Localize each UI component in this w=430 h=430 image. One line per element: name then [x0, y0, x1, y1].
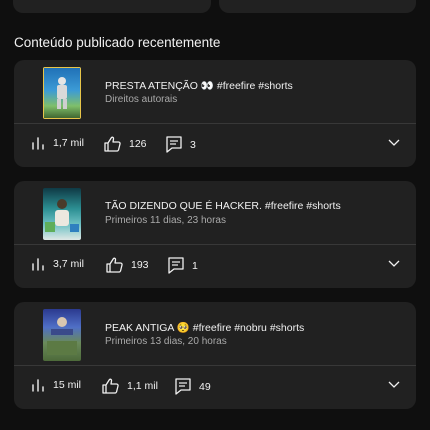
comment-icon	[168, 257, 184, 274]
chevron-down-icon[interactable]	[388, 260, 400, 268]
likes-count: 193	[131, 259, 149, 271]
divider	[14, 365, 416, 366]
comments-count: 3	[190, 138, 196, 151]
likes-stat: 126	[104, 136, 147, 152]
comments-count: 49	[199, 380, 211, 393]
section-title: Conteúdo publicado recentemente	[14, 35, 221, 50]
views-stat: 15 mil	[31, 378, 81, 392]
previous-card-left[interactable]	[13, 0, 211, 13]
views-count: 1,7 mil	[53, 137, 84, 149]
views-icon	[32, 379, 44, 392]
comments-stat: 1	[168, 257, 198, 274]
likes-stat: 193	[106, 257, 149, 273]
thumbs-up-icon	[104, 136, 121, 152]
likes-stat: 1,1 mil	[102, 378, 158, 394]
video-card[interactable]: TÃO DIZENDO QUE É HACKER. #freefire #sho…	[14, 181, 416, 288]
views-stat: 1,7 mil	[31, 136, 84, 150]
thumbs-up-icon	[102, 378, 119, 394]
thumbs-up-icon	[106, 257, 123, 273]
video-subtitle: Direitos autorais	[105, 94, 178, 105]
video-subtitle: Primeiros 11 dias, 23 horas	[105, 215, 226, 226]
views-icon	[32, 137, 44, 150]
video-subtitle: Primeiros 13 dias, 20 horas	[105, 336, 227, 347]
comment-icon	[166, 136, 182, 153]
views-icon	[32, 258, 44, 271]
previous-card-right[interactable]	[219, 0, 416, 13]
likes-count: 126	[129, 138, 147, 150]
video-card[interactable]: PEAK ANTIGA 🥺 #freefire #nobru #shorts P…	[14, 302, 416, 409]
comment-icon	[175, 378, 191, 395]
video-title[interactable]: PEAK ANTIGA 🥺 #freefire #nobru #shorts	[105, 321, 304, 334]
video-title[interactable]: PRESTA ATENÇÃO 👀 #freefire #shorts	[105, 79, 293, 92]
likes-count: 1,1 mil	[127, 380, 158, 392]
video-title[interactable]: TÃO DIZENDO QUE É HACKER. #freefire #sho…	[105, 200, 341, 212]
video-thumbnail[interactable]	[43, 188, 81, 240]
comments-count: 1	[192, 259, 198, 272]
comments-stat: 3	[166, 136, 196, 153]
views-count: 3,7 mil	[53, 258, 84, 270]
video-thumbnail[interactable]	[43, 67, 81, 119]
views-stat: 3,7 mil	[31, 257, 84, 271]
video-card[interactable]: PRESTA ATENÇÃO 👀 #freefire #shorts Direi…	[14, 60, 416, 167]
video-thumbnail[interactable]	[43, 309, 81, 361]
chevron-down-icon[interactable]	[388, 381, 400, 389]
comments-stat: 49	[175, 378, 211, 395]
chevron-down-icon[interactable]	[388, 139, 400, 147]
divider	[14, 244, 416, 245]
views-count: 15 mil	[53, 379, 82, 391]
divider	[14, 123, 416, 124]
